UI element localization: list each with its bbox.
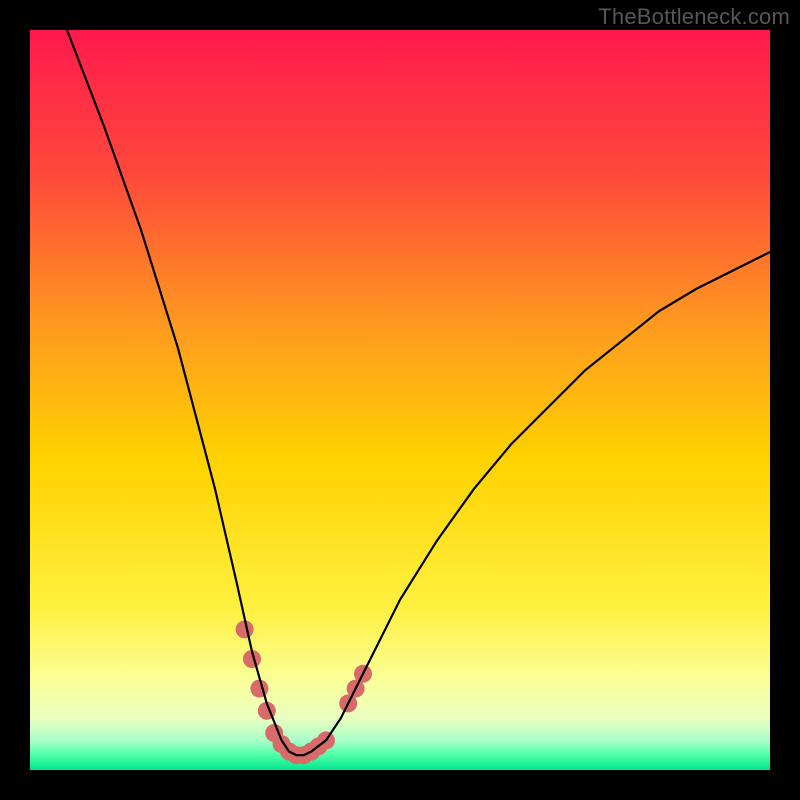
plot-area [30, 30, 770, 770]
watermark-text: TheBottleneck.com [598, 4, 790, 30]
chart-frame: TheBottleneck.com [0, 0, 800, 800]
gradient-background [30, 30, 770, 770]
highlight-marker [250, 680, 268, 698]
chart-svg [30, 30, 770, 770]
